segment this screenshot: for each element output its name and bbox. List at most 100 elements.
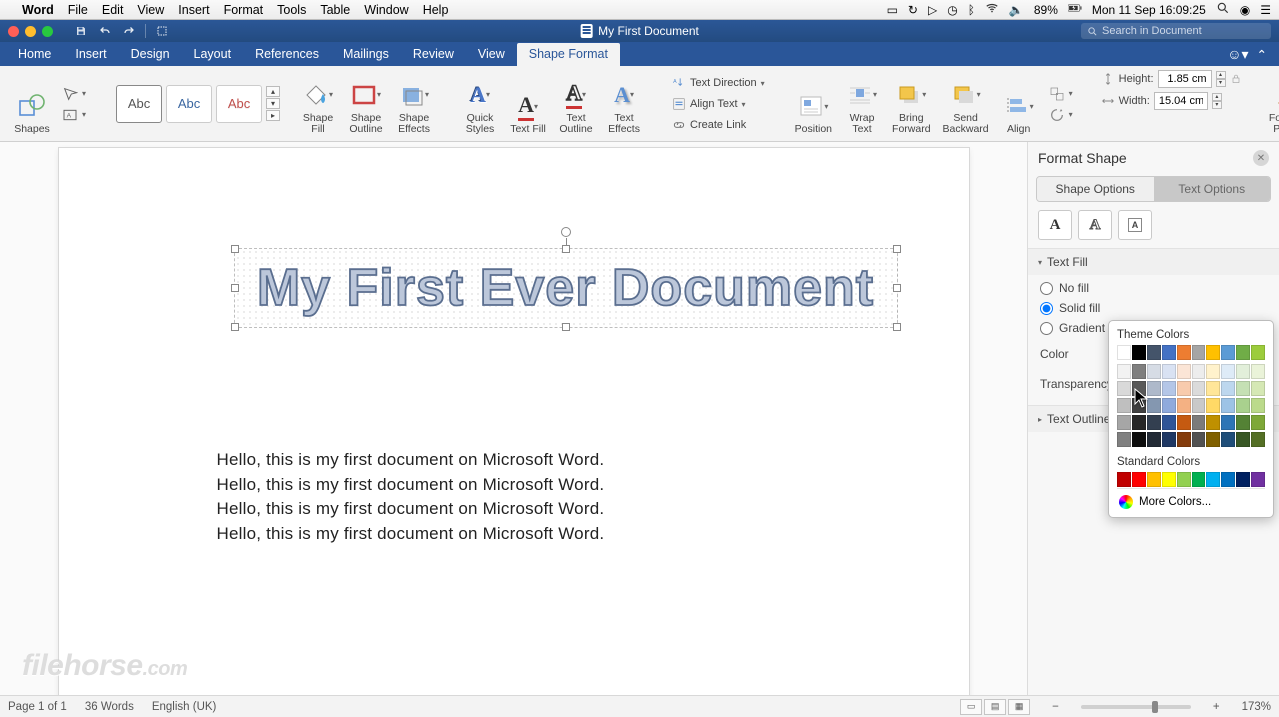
width-input[interactable] [1154, 92, 1208, 110]
width-down-icon[interactable]: ▾ [1212, 101, 1222, 109]
color-swatch[interactable] [1147, 472, 1161, 487]
style-gallery-item[interactable]: Abc [166, 85, 212, 123]
edit-shape-icon[interactable]: ▾ [58, 84, 90, 104]
tab-layout[interactable]: Layout [182, 43, 244, 66]
status-page[interactable]: Page 1 of 1 [8, 701, 67, 713]
battery-icon[interactable] [1068, 1, 1082, 18]
shape-effects-button[interactable]: ▾Shape Effects [392, 70, 436, 138]
menu-insert[interactable]: Insert [178, 3, 209, 17]
resize-handle[interactable] [231, 284, 239, 292]
section-text-fill[interactable]: ▾Text Fill [1028, 249, 1279, 275]
text-fill-outline-category-icon[interactable]: A [1038, 210, 1072, 240]
color-swatch[interactable] [1177, 345, 1191, 360]
color-swatch[interactable] [1221, 415, 1235, 430]
width-up-icon[interactable]: ▴ [1212, 93, 1222, 101]
volume-icon[interactable]: 🔈 [1009, 3, 1024, 17]
wordart-object[interactable]: My First Ever Document [234, 248, 898, 328]
color-swatch[interactable] [1221, 472, 1235, 487]
rotate-button[interactable]: ▾ [1045, 105, 1077, 125]
radio-solid-fill[interactable]: Solid fill [1040, 301, 1267, 315]
text-effects-button[interactable]: A▾Text Effects [602, 70, 646, 138]
radio-no-fill[interactable]: No fill [1040, 281, 1267, 295]
textbox-category-icon[interactable]: A [1118, 210, 1152, 240]
color-swatch[interactable] [1162, 345, 1176, 360]
color-swatch[interactable] [1147, 415, 1161, 430]
wrap-text-button[interactable]: ▾Wrap Text [840, 70, 884, 138]
text-fill-button[interactable]: A▾Text Fill [506, 70, 550, 138]
color-swatch[interactable] [1177, 472, 1191, 487]
shape-outline-button[interactable]: ▾Shape Outline [344, 70, 388, 138]
create-link-button[interactable]: Create Link [668, 115, 769, 135]
color-swatch[interactable] [1192, 364, 1206, 379]
color-swatch[interactable] [1117, 432, 1131, 447]
view-print-icon[interactable]: ▤ [984, 699, 1006, 715]
airplay-icon[interactable]: ▷ [928, 3, 937, 17]
shape-fill-button[interactable]: ▾Shape Fill [296, 70, 340, 138]
color-swatch[interactable] [1206, 415, 1220, 430]
resize-handle[interactable] [562, 323, 570, 331]
color-swatch[interactable] [1251, 432, 1265, 447]
zoom-slider[interactable] [1081, 705, 1191, 709]
color-swatch[interactable] [1177, 398, 1191, 413]
tab-shape-format[interactable]: Shape Format [517, 43, 620, 66]
resize-handle[interactable] [231, 245, 239, 253]
color-swatch[interactable] [1192, 415, 1206, 430]
qat-redo-icon[interactable] [119, 23, 139, 39]
tab-references[interactable]: References [243, 43, 331, 66]
window-zoom-button[interactable] [42, 26, 53, 37]
send-backward-button[interactable]: ▾Send Backward [939, 70, 993, 138]
color-swatch[interactable] [1162, 472, 1176, 487]
resize-handle[interactable] [893, 284, 901, 292]
color-swatch[interactable] [1192, 345, 1206, 360]
text-box-icon[interactable]: A▾ [58, 105, 90, 125]
color-swatch[interactable] [1251, 415, 1265, 430]
color-swatch[interactable] [1192, 381, 1206, 396]
siri-icon[interactable]: ◉ [1240, 3, 1250, 17]
document-body[interactable]: Hello, this is my first document on Micr… [217, 448, 605, 547]
window-close-button[interactable] [8, 26, 19, 37]
color-swatch[interactable] [1236, 472, 1250, 487]
color-swatch[interactable] [1132, 398, 1146, 413]
color-swatch[interactable] [1236, 364, 1250, 379]
color-swatch[interactable] [1206, 398, 1220, 413]
color-swatch[interactable] [1236, 345, 1250, 360]
color-swatch[interactable] [1192, 432, 1206, 447]
updates-icon[interactable]: ↻ [908, 3, 918, 17]
view-web-icon[interactable]: ▦ [1008, 699, 1030, 715]
pane-tab-text-options[interactable]: Text Options [1154, 177, 1271, 201]
menu-view[interactable]: View [137, 3, 164, 17]
color-swatch[interactable] [1147, 364, 1161, 379]
spotlight-icon[interactable] [1216, 1, 1230, 18]
color-swatch[interactable] [1206, 381, 1220, 396]
tab-home[interactable]: Home [6, 43, 63, 66]
zoom-out-button[interactable]: − [1048, 701, 1063, 713]
color-swatch[interactable] [1177, 415, 1191, 430]
color-swatch[interactable] [1251, 472, 1265, 487]
menu-help[interactable]: Help [423, 3, 449, 17]
menu-format[interactable]: Format [224, 3, 264, 17]
color-swatch[interactable] [1192, 398, 1206, 413]
wifi-icon[interactable] [985, 1, 999, 18]
color-swatch[interactable] [1117, 381, 1131, 396]
qat-selection-icon[interactable] [152, 23, 172, 39]
group-button[interactable]: ▾ [1045, 84, 1077, 104]
gallery-more-icon[interactable]: ▸ [266, 110, 280, 121]
color-swatch[interactable] [1147, 381, 1161, 396]
gallery-down-icon[interactable]: ▾ [266, 98, 280, 109]
resize-handle[interactable] [231, 323, 239, 331]
insert-shapes-button[interactable]: Shapes [10, 70, 54, 138]
menu-file[interactable]: File [68, 3, 88, 17]
notification-center-icon[interactable]: ☰ [1260, 3, 1271, 17]
color-swatch[interactable] [1251, 398, 1265, 413]
color-swatch[interactable] [1206, 364, 1220, 379]
zoom-in-button[interactable]: + [1209, 701, 1224, 713]
clock[interactable]: Mon 11 Sep 16:09:25 [1092, 3, 1206, 17]
lock-aspect-icon[interactable] [1230, 73, 1242, 85]
style-gallery-item[interactable]: Abc [216, 85, 262, 123]
resize-handle[interactable] [893, 323, 901, 331]
color-swatch[interactable] [1251, 381, 1265, 396]
color-swatch[interactable] [1162, 415, 1176, 430]
color-swatch[interactable] [1206, 472, 1220, 487]
menu-window[interactable]: Window [364, 3, 408, 17]
document-area[interactable]: My First Ever Document Hello, this is my… [0, 142, 1027, 695]
